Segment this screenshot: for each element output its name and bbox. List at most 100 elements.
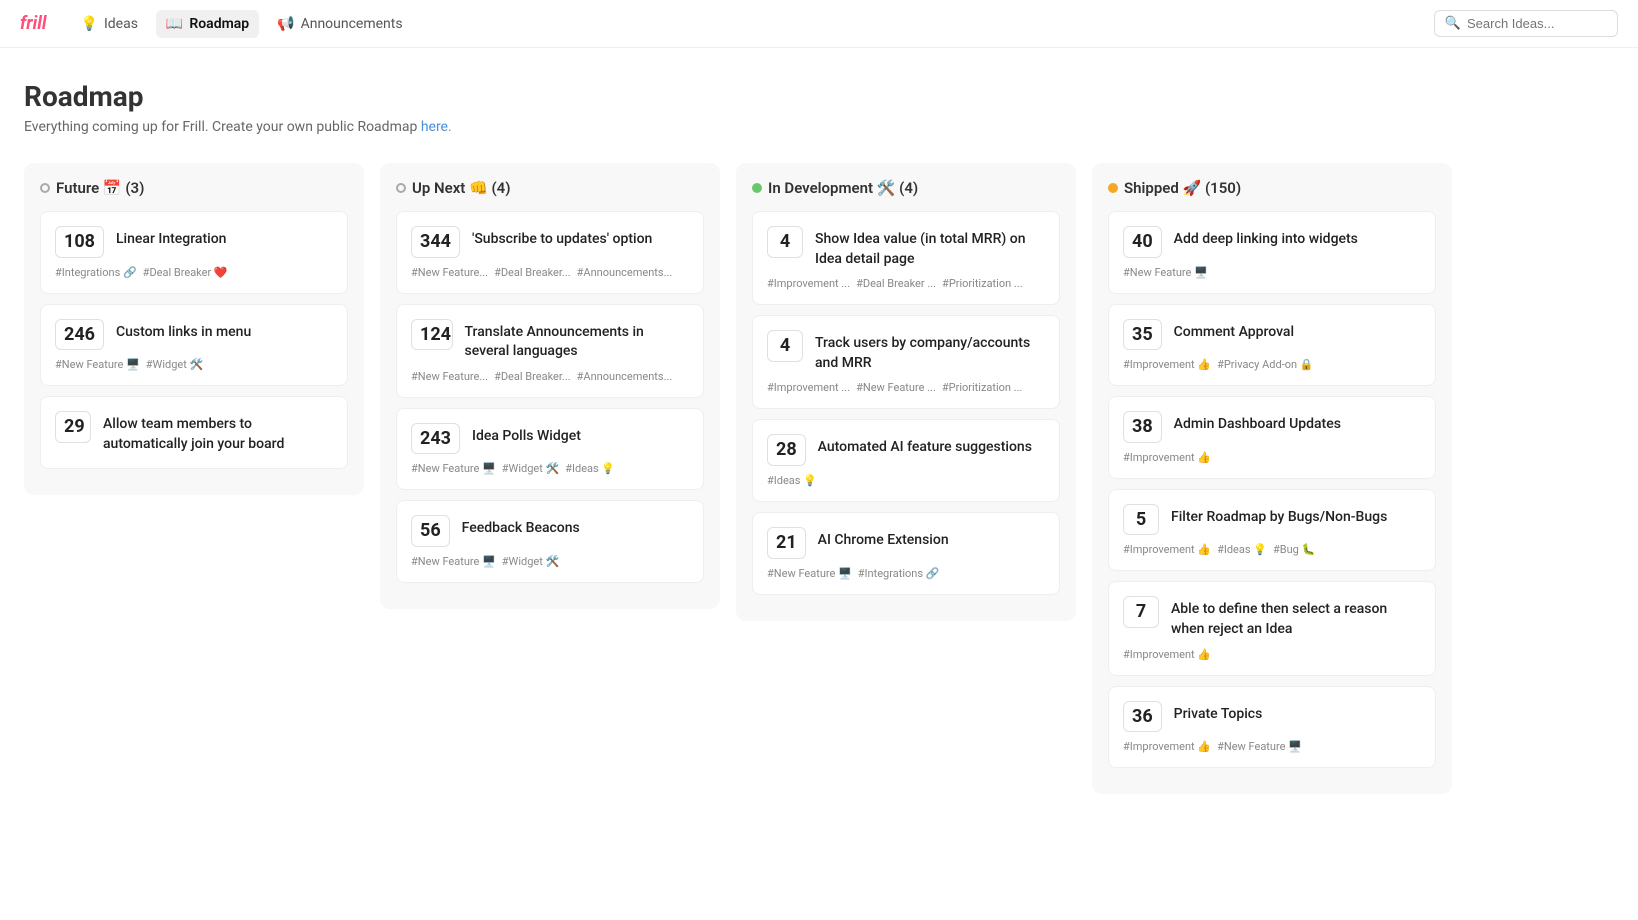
card-tags: #Improvement 👍 #New Feature 🖥️ xyxy=(1123,740,1421,753)
tag: #Ideas 💡 xyxy=(1217,543,1267,556)
card-number: 35 xyxy=(1123,319,1162,351)
card[interactable]: 243Idea Polls Widget#New Feature 🖥️#Widg… xyxy=(396,408,704,491)
column-title-indev: In Development 🛠️ (4) xyxy=(768,179,918,197)
card[interactable]: 108 Linear Integration #Integrations 🔗#Dea… xyxy=(40,211,348,294)
tag: #Integrations 🔗 xyxy=(858,567,940,580)
tag: #New Feature 🖥️ xyxy=(411,555,496,568)
card-tags: #New Feature 🖥️ #Widget 🛠️ xyxy=(411,555,689,568)
column-header-shipped: Shipped 🚀 (150) xyxy=(1108,179,1436,197)
column-dot-shipped xyxy=(1108,183,1118,193)
nav-label-roadmap: Roadmap xyxy=(189,16,249,32)
card-number: 243 xyxy=(411,423,460,455)
card-title: Automated AI feature suggestions xyxy=(818,434,1032,458)
column-header-upnext: Up Next 👊 (4) xyxy=(396,179,704,197)
card-tags: #New Feature 🖥️#Widget 🛠️#Ideas 💡 xyxy=(411,462,689,475)
card-title: Add deep linking into widgets xyxy=(1174,226,1358,250)
nav-item-roadmap[interactable]: 📖 Roadmap xyxy=(156,10,259,38)
card[interactable]: 36Private Topics#Improvement 👍#New Featu… xyxy=(1108,686,1436,769)
column-title-shipped: Shipped 🚀 (150) xyxy=(1124,179,1241,197)
card[interactable]: 38Admin Dashboard Updates#Improvement 👍 xyxy=(1108,396,1436,479)
column-title-future: Future 📅 (3) xyxy=(56,179,144,197)
tag: #Announcements... xyxy=(577,370,673,383)
tag: #Improvement 👍 xyxy=(1123,451,1211,464)
ideas-icon: 💡 xyxy=(81,16,98,32)
column-dot-upnext xyxy=(396,183,406,193)
card[interactable]: 28Automated AI feature suggestions#Ideas… xyxy=(752,419,1060,502)
tag: #Privacy Add-on 🔒 xyxy=(1217,358,1313,371)
card[interactable]: 344'Subscribe to updates' option#New Fea… xyxy=(396,211,704,294)
tag: #Widget 🛠️ xyxy=(502,555,559,568)
tag: #New Feature 🖥️ xyxy=(411,462,496,475)
card[interactable]: 5Filter Roadmap by Bugs/Non-Bugs#Improve… xyxy=(1108,489,1436,572)
card-number: 29 xyxy=(55,411,91,443)
card-number: 344 xyxy=(411,226,460,258)
card-number: 108 xyxy=(55,226,104,258)
tag: #New Feature... xyxy=(411,370,488,383)
card[interactable]: 124Translate Announcements in several la… xyxy=(396,304,704,398)
card[interactable]: 4 Track users by company/accounts and MRR… xyxy=(752,315,1060,409)
search-bar[interactable]: 🔍 xyxy=(1434,10,1618,37)
nav-item-announcements[interactable]: 📢 Announcements xyxy=(267,10,412,38)
tag: #Prioritization ... xyxy=(942,381,1023,394)
here-link[interactable]: here. xyxy=(421,119,452,135)
card[interactable]: 21 AI Chrome Extension #New Feature 🖥️#Int… xyxy=(752,512,1060,595)
card-title: Custom links in menu xyxy=(116,319,251,343)
tag: #Deal Breaker ... xyxy=(856,277,936,290)
page-title: Roadmap xyxy=(24,80,1614,113)
card-number: 7 xyxy=(1123,596,1159,628)
navigation: frill 💡 Ideas 📖 Roadmap 📢 Announcements … xyxy=(0,0,1638,48)
card-title: Show Idea value (in total MRR) on Idea d… xyxy=(815,226,1045,269)
card-tags: #New Feature 🖥️#Integrations 🔗 xyxy=(767,567,1045,580)
tag: #Improvement 👍 xyxy=(1123,740,1211,753)
card[interactable]: 40 Add deep linking into widgets #New Feat… xyxy=(1108,211,1436,294)
tag: #New Feature 🖥️ xyxy=(1217,740,1302,753)
search-input[interactable] xyxy=(1467,16,1607,31)
nav-item-ideas[interactable]: 💡 Ideas xyxy=(71,10,148,38)
card-number: 40 xyxy=(1123,226,1162,258)
column-upnext: Up Next 👊 (4) 344'Subscribe to updates' o… xyxy=(380,163,720,609)
tag: #Improvement 👍 xyxy=(1123,358,1211,371)
card[interactable]: 7 Able to define then select a reason whe… xyxy=(1108,581,1436,675)
column-indev: In Development 🛠️ (4)4Show Idea value (i… xyxy=(736,163,1076,621)
card-tags: #Improvement 👍 xyxy=(1123,451,1421,464)
card-number: 38 xyxy=(1123,411,1162,443)
card-number: 21 xyxy=(767,527,806,559)
card-tags: #Improvement 👍 xyxy=(1123,648,1421,661)
card-title: Comment Approval xyxy=(1174,319,1294,343)
tag: #Ideas 💡 xyxy=(767,474,817,487)
card-title: Allow team members to automatically join… xyxy=(103,411,333,454)
card-title: Track users by company/accounts and MRR xyxy=(815,330,1045,373)
announcements-icon: 📢 xyxy=(277,16,294,32)
card-title: Able to define then select a reason when… xyxy=(1171,596,1421,639)
card-title: AI Chrome Extension xyxy=(818,527,949,551)
card[interactable]: 4Show Idea value (in total MRR) on Idea … xyxy=(752,211,1060,305)
logo: frill xyxy=(20,13,47,34)
column-header-indev: In Development 🛠️ (4) xyxy=(752,179,1060,197)
card[interactable]: 56Feedback Beacons#New Feature 🖥️#Widget… xyxy=(396,500,704,583)
card-tags: #Improvement 👍#Ideas 💡#Bug 🐛 xyxy=(1123,543,1421,556)
tag: #Improvement 👍 xyxy=(1123,648,1211,661)
card[interactable]: 246Custom links in menu#New Feature 🖥️#W… xyxy=(40,304,348,387)
column-future: Future 📅 (3) 108 Linear Integration #Integr… xyxy=(24,163,364,495)
card-title: Feedback Beacons xyxy=(462,515,580,539)
nav-label-ideas: Ideas xyxy=(104,16,138,32)
card[interactable]: 29 Allow team members to automatically jo… xyxy=(40,396,348,469)
card-tags: #Improvement ...#New Feature ...#Priorit… xyxy=(767,381,1045,394)
tag: #Announcements... xyxy=(577,266,673,279)
card-tags: #Integrations 🔗#Deal Breaker ❤️ xyxy=(55,266,333,279)
card-tags: #New Feature 🖥️ xyxy=(1123,266,1421,279)
card-title: Linear Integration xyxy=(116,226,226,250)
column-title-upnext: Up Next 👊 (4) xyxy=(412,179,511,197)
card[interactable]: 35 Comment Approval #Improvement 👍 #Privacy… xyxy=(1108,304,1436,387)
card-tags: #Improvement 👍 #Privacy Add-on 🔒 xyxy=(1123,358,1421,371)
tag: #Widget 🛠️ xyxy=(502,462,559,475)
kanban-board: Future 📅 (3) 108 Linear Integration #Integr… xyxy=(24,163,1614,794)
column-shipped: Shipped 🚀 (150) 40 Add deep linking into w… xyxy=(1092,163,1452,794)
tag: #Prioritization ... xyxy=(942,277,1023,290)
card-tags: #New Feature...#Deal Breaker...#Announce… xyxy=(411,370,689,383)
card-number: 4 xyxy=(767,330,803,362)
tag: #Deal Breaker ❤️ xyxy=(143,266,228,279)
card-tags: #New Feature 🖥️#Widget 🛠️ xyxy=(55,358,333,371)
column-dot-future xyxy=(40,183,50,193)
card-tags: #Improvement ...#Deal Breaker ...#Priori… xyxy=(767,277,1045,290)
